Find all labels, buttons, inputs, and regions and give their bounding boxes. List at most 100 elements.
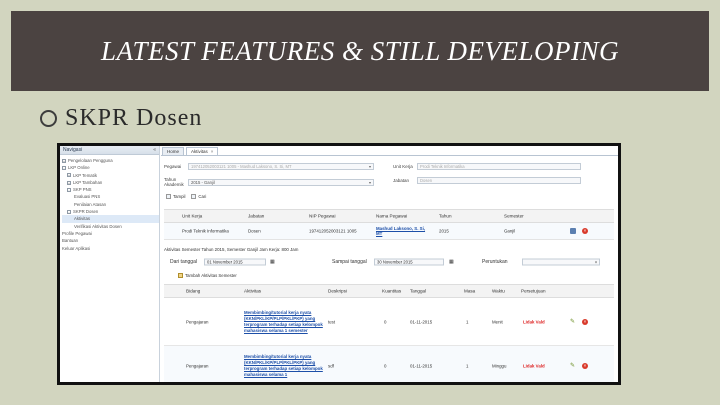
column-header: Persetujuan — [521, 288, 546, 294]
table-cell: Minggu — [492, 363, 507, 368]
navigation-title: Navigasi — [63, 147, 83, 153]
peruntukan-select[interactable] — [522, 258, 600, 265]
unit-kerja-field[interactable]: Prodi Teknik Informatika — [417, 163, 581, 170]
collapse-icon[interactable]: - — [62, 165, 66, 170]
bullet-ring-icon — [40, 110, 57, 127]
nav-item-skp-pns[interactable]: - SKP PNS — [62, 186, 159, 193]
column-header: Jabatan — [248, 213, 265, 219]
expand-icon[interactable]: + — [67, 173, 71, 178]
to-date-value: 30 November 2015 — [377, 259, 413, 264]
column-header: Waktu — [492, 288, 505, 294]
add-aktivitas-label: Tambah Aktivitas Semester — [185, 273, 237, 278]
tahun-select[interactable]: 2015 - Ganjil — [188, 178, 374, 186]
pegawai-label: Pegawai — [164, 164, 182, 169]
nav-item-label: Verifikasi Aktivitas Dosen — [74, 223, 122, 229]
nav-item-profile[interactable]: Profile Pegawai — [62, 230, 159, 237]
table-row[interactable]: Pengajaran Membimbing/tutorial kerja nya… — [164, 346, 614, 382]
column-header: Kuantitas — [382, 288, 402, 294]
nav-item-lkp-tambahan[interactable]: + LKP Tambahan — [62, 179, 159, 186]
collapse-icon[interactable]: - — [67, 187, 71, 192]
status-badge: Lidak Vald — [523, 319, 545, 324]
from-date-value: 01 November 2015 — [207, 259, 243, 264]
nav-item-label: Penilaian Atasan — [74, 201, 107, 207]
table-row[interactable]: Pengajaran Membimbing/tutorial kerja nya… — [164, 298, 614, 346]
table-cell: Dosen — [248, 228, 261, 234]
slide-title-banner: LATEST FEATURES & STILL DEVELOPING — [11, 11, 709, 91]
table-cell: sdf — [328, 363, 334, 368]
tahun-row: Tahun Akademik 2015 - Ganjil — [164, 177, 374, 187]
jabatan-value: Dosen — [420, 178, 433, 183]
nav-item-keluar[interactable]: Keluar Aplikasi — [62, 245, 159, 252]
column-header: Tahun — [439, 213, 452, 219]
save-icon[interactable] — [570, 228, 576, 234]
nav-item-pengelolaan[interactable]: + Pengelolaan Pengguna — [62, 157, 159, 164]
cari-button[interactable]: Cari — [191, 194, 206, 199]
navigation-panel: Navigasi « + Pengelolaan Pengguna - LKP On… — [60, 146, 160, 382]
to-date-field[interactable]: 30 November 2015 — [374, 258, 444, 265]
table-cell: 197412052003121 1005 — [309, 228, 357, 234]
nav-item-verifikasi[interactable]: Verifikasi Aktivitas Dosen — [62, 223, 159, 230]
jabatan-field[interactable]: Dosen — [417, 177, 581, 184]
nav-item-label: Evaluasi PNS — [74, 194, 101, 200]
nav-item-label: Profile Pegawai — [62, 230, 92, 236]
collapse-icon[interactable]: « — [153, 147, 156, 153]
delete-icon[interactable]: × — [582, 228, 588, 234]
nav-item-evaluasi-pns[interactable]: Evaluasi PNS — [62, 193, 159, 200]
app-window: Navigasi « + Pengelolaan Pengguna - LKP On… — [60, 146, 618, 382]
column-header: NIP Pegawai — [309, 213, 336, 219]
table-row[interactable]: Prodi Teknik Informatika Dosen 197412052… — [164, 223, 614, 240]
jabatan-label: Jabatan — [393, 178, 410, 183]
expand-icon[interactable]: + — [62, 158, 66, 163]
pegawai-link[interactable]: Mashud Laksono, S. Si, MT — [376, 226, 426, 236]
toolbar: Tampil Cari — [166, 194, 212, 199]
app-screenshot-frame: Navigasi « + Pengelolaan Pengguna - LKP On… — [57, 143, 621, 385]
edit-icon[interactable]: ✎ — [570, 319, 576, 325]
nav-item-skpr-dosen[interactable]: - SKPR Dosen — [62, 208, 159, 215]
status-badge: Lidak Vald — [523, 363, 545, 368]
bullet-text: SKPR Dosen — [65, 105, 203, 131]
delete-icon[interactable]: × — [582, 318, 588, 325]
bullet-item: SKPR Dosen — [40, 105, 202, 132]
nav-item-bantuan[interactable]: Bantuan — [62, 237, 159, 244]
nav-item-lkp-online[interactable]: - LKP Online — [62, 164, 159, 171]
table-cell: 0 — [384, 319, 387, 324]
date-filter-row: Dari tanggal 01 November 2015 ▦ Sampai t… — [164, 256, 614, 267]
pegawai-select[interactable]: 197412052003121 1005 - Mashud Laksono, S… — [188, 163, 374, 170]
column-header: Nama Pegawai — [376, 213, 408, 219]
calendar-icon[interactable]: ▦ — [449, 259, 454, 265]
from-date-field[interactable]: 01 November 2015 — [204, 258, 266, 265]
search-icon — [191, 194, 197, 199]
tahun-value: 2015 - Ganjil — [191, 179, 215, 185]
aktivitas-grid: Bidang Aktivitas Deskripsi Kuantitas Tan… — [164, 284, 614, 382]
tab-home[interactable]: Home — [162, 147, 185, 155]
add-aktivitas-button[interactable]: Tambah Aktivitas Semester — [178, 273, 237, 278]
from-date-label: Dari tanggal — [170, 258, 197, 265]
collapse-icon[interactable]: - — [67, 209, 71, 214]
tab-aktivitas[interactable]: Aktivitas × — [186, 147, 219, 155]
nav-item-label: LKP Online — [68, 165, 90, 171]
table-cell: Ganjil — [504, 228, 516, 234]
delete-icon[interactable]: × — [582, 362, 588, 369]
nav-item-penilaian-atasan[interactable]: Penilaian Atasan — [62, 201, 159, 208]
edit-icon[interactable]: ✎ — [570, 363, 576, 369]
table-cell: 2015 — [439, 228, 449, 234]
jabatan-row: Jabatan Dosen — [393, 177, 581, 184]
nav-item-label: Aktivitas — [74, 216, 90, 222]
pegawai-grid: Unit Kerja Jabatan NIP Pegawai Nama Pega… — [164, 209, 614, 240]
nav-item-lkp-tematik[interactable]: + LKP Tematik — [62, 172, 159, 179]
close-icon[interactable]: × — [211, 148, 214, 155]
cari-label: Cari — [198, 194, 207, 199]
aktivitas-link[interactable]: Membimbing/tutorial kerja nyata (KKN/PKL… — [244, 310, 324, 334]
column-header: Masa — [464, 288, 476, 294]
calendar-icon[interactable]: ▦ — [270, 259, 275, 265]
slide-title: LATEST FEATURES & STILL DEVELOPING — [100, 35, 620, 66]
expand-icon[interactable]: + — [67, 180, 71, 185]
column-header: Semester — [504, 213, 524, 219]
tampil-button[interactable]: Tampil — [166, 194, 185, 199]
table-cell: Prodi Teknik Informatika — [182, 228, 229, 234]
nav-item-aktivitas[interactable]: Aktivitas — [62, 215, 159, 223]
aktivitas-subtitle: Aktivitas Semester Tahun 2015, Semester … — [164, 247, 299, 252]
grid-header: Bidang Aktivitas Deskripsi Kuantitas Tan… — [164, 284, 614, 298]
aktivitas-link[interactable]: Membimbing/tutorial kerja nyata (KKN/PKL… — [244, 354, 324, 378]
pegawai-row: Pegawai 197412052003121 1005 - Mashud La… — [164, 163, 374, 170]
